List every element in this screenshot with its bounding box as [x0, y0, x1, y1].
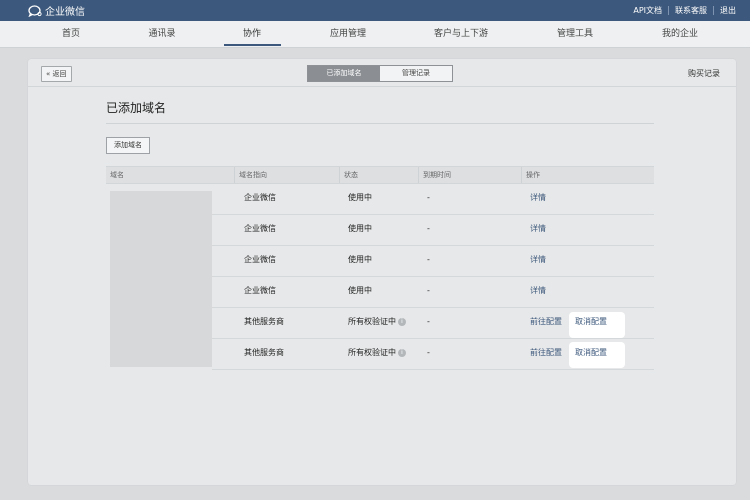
active-tab-indicator: [224, 44, 281, 46]
contact-support-link[interactable]: 联系客服: [675, 5, 707, 16]
domain-status: 所有权验证中 i: [348, 307, 406, 337]
divider: [668, 6, 669, 15]
domain-target: 企业微信: [244, 286, 276, 295]
expire-time: -: [427, 255, 430, 264]
brand-logo[interactable]: 企业微信: [28, 4, 85, 18]
main-nav: 首页 通讯录 协作 应用管理 客户与上下游 管理工具 我的企业: [0, 21, 750, 48]
nav-item-management-tools[interactable]: 管理工具: [557, 21, 593, 47]
column-header-actions: 操作: [521, 167, 654, 183]
cancel-configure-link[interactable]: 取消配置: [575, 307, 607, 337]
top-bar: 企业微信 API文档 联系客服 退出: [0, 0, 750, 21]
domain-target: 其他服务商: [244, 317, 284, 326]
page-title: 已添加域名: [106, 101, 167, 115]
divider: [713, 6, 714, 15]
api-docs-link[interactable]: API文档: [633, 5, 662, 16]
expire-time: -: [427, 224, 430, 233]
divider: [106, 123, 654, 124]
column-header-expire: 到期时间: [418, 167, 521, 183]
details-link[interactable]: 详情: [530, 245, 546, 275]
domain-target: 企业微信: [244, 224, 276, 233]
nav-item-home[interactable]: 首页: [62, 21, 80, 47]
domain-target: 企业微信: [244, 193, 276, 202]
expire-time: -: [427, 286, 430, 295]
domain-status: 使用中: [348, 224, 372, 233]
top-links: API文档 联系客服 退出: [633, 5, 736, 16]
details-link[interactable]: 详情: [530, 214, 546, 244]
tab-added-domains[interactable]: 已添加域名: [308, 66, 380, 81]
brand-name: 企业微信: [45, 7, 85, 18]
column-header-domain: 域名: [110, 171, 124, 179]
nav-item-my-enterprise[interactable]: 我的企业: [662, 21, 698, 47]
add-domain-button[interactable]: 添加域名: [106, 137, 150, 154]
info-icon[interactable]: i: [398, 317, 406, 326]
table-row: 其他服务商 所有权验证中 i - 前往配置 取消配置: [212, 307, 654, 339]
tab-management-records[interactable]: 管理记录: [380, 66, 452, 81]
segment-control: 已添加域名 管理记录: [307, 65, 453, 82]
purchase-records-link[interactable]: 购买记录: [688, 68, 720, 79]
logout-link[interactable]: 退出: [720, 5, 736, 16]
expire-time: -: [427, 193, 430, 202]
expire-time: -: [427, 348, 430, 357]
table-row: 企业微信 使用中 - 详情: [212, 276, 654, 308]
column-header-target: 域名指向: [234, 167, 339, 183]
table-row: 企业微信 使用中 - 详情: [212, 183, 654, 215]
nav-item-contacts[interactable]: 通讯录: [148, 21, 175, 47]
domain-target: 企业微信: [244, 255, 276, 264]
details-link[interactable]: 详情: [530, 276, 546, 306]
expire-time: -: [427, 317, 430, 326]
domain-status: 所有权验证中 i: [348, 338, 406, 368]
domain-status: 使用中: [348, 193, 372, 202]
column-header-status: 状态: [339, 167, 418, 183]
content-panel: « 返回 已添加域名 管理记录 购买记录 已添加域名 添加域名 域名 域名指向 …: [28, 59, 736, 485]
back-button[interactable]: « 返回: [41, 66, 72, 82]
details-link[interactable]: 详情: [530, 183, 546, 213]
nav-item-app-management[interactable]: 应用管理: [330, 21, 366, 47]
go-configure-link[interactable]: 前往配置: [530, 307, 562, 337]
table-row: 企业微信 使用中 - 详情: [212, 214, 654, 246]
status-text: 所有权验证中: [348, 348, 396, 357]
domain-status: 使用中: [348, 286, 372, 295]
domain-name-placeholder: [110, 191, 212, 367]
table-row: 其他服务商 所有权验证中 i - 前往配置 取消配置: [212, 338, 654, 370]
table-row: 企业微信 使用中 - 详情: [212, 245, 654, 277]
info-icon[interactable]: i: [398, 348, 406, 357]
go-configure-link[interactable]: 前往配置: [530, 338, 562, 368]
nav-item-customers[interactable]: 客户与上下游: [434, 21, 488, 47]
domain-target: 其他服务商: [244, 348, 284, 357]
table-header: 域名 域名指向 状态 到期时间 操作: [106, 166, 654, 184]
domain-status: 使用中: [348, 255, 372, 264]
status-text: 所有权验证中: [348, 317, 396, 326]
divider: [28, 86, 736, 87]
cancel-configure-link[interactable]: 取消配置: [575, 338, 607, 368]
chat-bubble-icon: [28, 4, 42, 17]
